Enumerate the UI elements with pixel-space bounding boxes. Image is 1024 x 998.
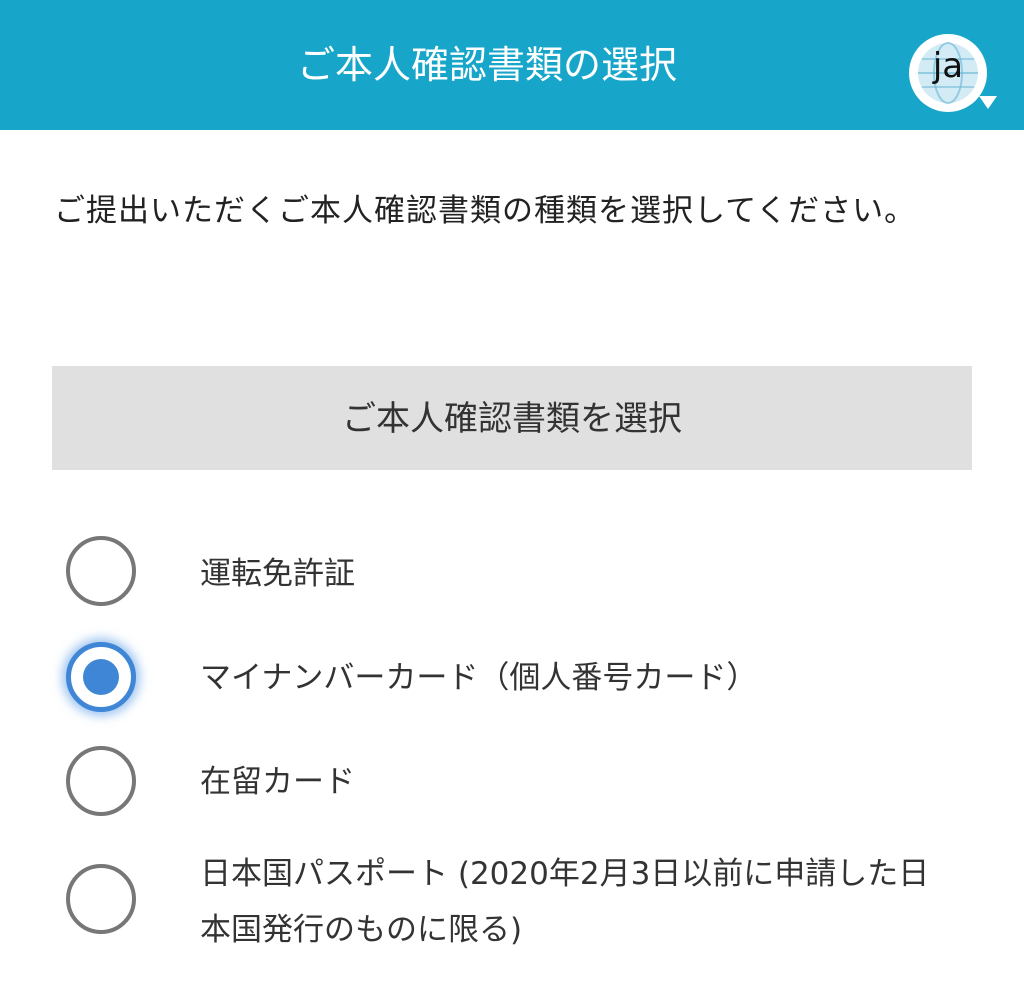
option-passport[interactable]: 日本国パスポート (2020年2月3日以前に申請した日本国発行のものに限る) — [60, 846, 960, 966]
radio-dot — [83, 659, 119, 695]
radio-passport[interactable] — [66, 864, 136, 934]
radio-drivers-license[interactable] — [66, 536, 136, 606]
option-label: 運転免許証 — [200, 556, 355, 592]
page-title: ご本人確認書類の選択 — [296, 43, 677, 87]
instruction-text: ご提出いただくご本人確認書類の種類を選択してください。 — [54, 193, 917, 229]
select-document-button[interactable]: ご本人確認書類を選択 — [52, 366, 972, 470]
app-header: ご本人確認書類の選択 ja — [0, 0, 1024, 130]
option-residence-card[interactable]: 在留カード — [60, 744, 960, 824]
option-label: 日本国パスポート (2020年2月3日以前に申請した日本国発行のものに限る) — [200, 856, 930, 948]
radio-residence-card[interactable] — [66, 746, 136, 816]
chevron-down-icon — [979, 96, 997, 109]
option-label: マイナンバーカード（個人番号カード） — [200, 660, 758, 696]
radio-my-number-card[interactable] — [66, 642, 136, 712]
option-drivers-license[interactable]: 運転免許証 — [60, 534, 960, 614]
option-my-number-card[interactable]: マイナンバーカード（個人番号カード） — [60, 640, 960, 720]
option-label: 在留カード — [200, 764, 355, 800]
language-code: ja — [932, 46, 964, 86]
language-switcher-button[interactable]: ja — [909, 34, 997, 112]
